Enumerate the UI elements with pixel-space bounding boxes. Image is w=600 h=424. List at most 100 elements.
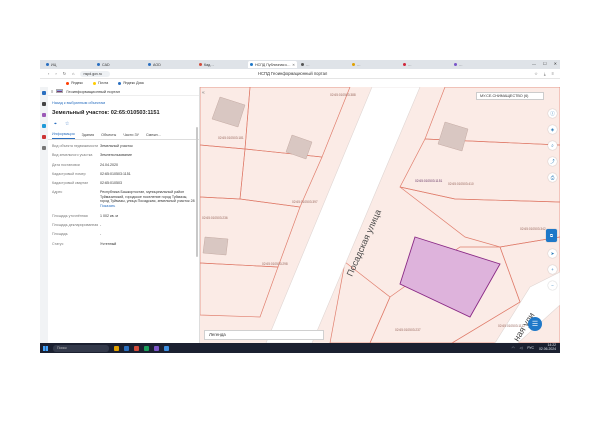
- selected-parcel[interactable]: [399, 236, 501, 318]
- clock[interactable]: 14:22 02.06.2024: [539, 343, 556, 352]
- parcel-outline[interactable]: [200, 144, 246, 200]
- close-window-icon[interactable]: ✕: [554, 61, 557, 66]
- menu-icon[interactable]: ≡: [552, 71, 554, 76]
- tab-favicon-icon: [250, 63, 253, 66]
- parcel-outline[interactable]: [200, 262, 279, 318]
- tab-favicon-icon: [403, 63, 406, 66]
- browser-tab[interactable]: …: [299, 61, 348, 68]
- collapse-panel-icon[interactable]: «: [202, 90, 205, 96]
- parcel-outline[interactable]: [239, 148, 323, 208]
- bookmark-icon: [118, 81, 122, 85]
- property-value: 02:65:010503:1151: [100, 171, 131, 176]
- chat-assistant-icon[interactable]: ☰: [528, 317, 542, 331]
- panel-scrollbar[interactable]: [196, 127, 198, 257]
- browser-tab-active[interactable]: НСПД Публичная к… ✕: [248, 61, 297, 68]
- parcel-label: 02:65:010503:410: [448, 182, 474, 186]
- property-row: Статус Учтенный: [52, 242, 195, 246]
- forward-icon[interactable]: ›: [55, 71, 56, 76]
- tab-adjacent[interactable]: Смежн…: [146, 133, 161, 139]
- bookmark-star-icon[interactable]: ☆: [534, 71, 538, 76]
- taskbar-search-input[interactable]: Поиск: [53, 344, 109, 352]
- window-controls: — ☐ ✕: [532, 61, 557, 66]
- search-map-icon[interactable]: ⌕: [548, 141, 557, 150]
- locate-icon[interactable]: ⌖: [54, 121, 57, 127]
- rail-app-icon[interactable]: [42, 124, 46, 128]
- tab-buildings[interactable]: Здания: [82, 133, 95, 139]
- browser-tab[interactable]: …: [452, 61, 501, 68]
- parcel-label: 02:65:010503:388: [330, 93, 356, 97]
- info-icon[interactable]: ⓘ: [548, 109, 557, 118]
- panel-header: ≡ Геоинформационный портал: [48, 87, 199, 96]
- property-row: Кадастровый номер 02:65:010503:1151: [52, 172, 195, 176]
- tab-parcel-parts[interactable]: Части ЗУ: [123, 133, 139, 139]
- rail-app-icon[interactable]: [42, 135, 46, 139]
- browser-tab[interactable]: CAD: [95, 61, 144, 68]
- close-tab-icon[interactable]: ✕: [292, 63, 295, 67]
- layer-select[interactable]: МУ.СЕ.СНИМАЩЕСТВО (6): [476, 92, 544, 100]
- property-row: Площадь декларированная -: [52, 223, 195, 227]
- url-input[interactable]: nspd.gov.ru: [80, 70, 111, 77]
- tab-info[interactable]: Информация: [52, 132, 75, 139]
- property-label: Вид земельного участка: [52, 153, 93, 158]
- map-tools-icon[interactable]: ⧉: [546, 229, 557, 242]
- minimize-icon[interactable]: —: [532, 61, 536, 66]
- show-more-link[interactable]: Показать: [100, 204, 195, 208]
- map-canvas[interactable]: 02:65:010503:1151 02:65:010503:181 02:65…: [200, 87, 560, 343]
- parcel-outline[interactable]: [200, 196, 301, 268]
- rail-app-icon[interactable]: [42, 102, 46, 106]
- bookmark-icon: [93, 81, 97, 85]
- map-legend-bar[interactable]: Легенда: [204, 330, 324, 340]
- navigation-icon[interactable]: ➤: [548, 249, 557, 258]
- property-label: Кадастровый номер: [52, 171, 86, 176]
- rail-app-icon[interactable]: [42, 91, 46, 95]
- taskbar-app-icon[interactable]: [124, 345, 129, 351]
- tab-favicon-icon: [454, 63, 457, 66]
- address-bar: ‹ › ↻ ⌂ nspd.gov.ru НСПД Геоинформационн…: [40, 69, 560, 79]
- zoom-out-icon[interactable]: −: [548, 281, 557, 290]
- cadastral-map[interactable]: 02:65:010503:1151 02:65:010503:181 02:65…: [200, 87, 560, 343]
- browser-tab[interactable]: AOD: [146, 61, 195, 68]
- back-to-selection-link[interactable]: Назад к выбранным объектам: [48, 98, 199, 108]
- favorite-star-icon[interactable]: ☆: [65, 121, 69, 127]
- browser-tab[interactable]: ИЦ: [44, 61, 93, 68]
- property-label: Кадастровый квартал: [52, 181, 89, 186]
- rail-app-icon[interactable]: [42, 113, 46, 117]
- bookmark-item[interactable]: Яндекс Диск: [118, 81, 144, 85]
- layers-icon[interactable]: ◈: [548, 125, 557, 134]
- language-indicator[interactable]: РУС: [527, 346, 534, 350]
- bookmark-item[interactable]: Почта: [93, 81, 108, 85]
- parcel-label: 02:65:010503:237: [395, 328, 421, 332]
- print-icon[interactable]: ⎙: [548, 173, 557, 182]
- property-row: Адрес Республика Башкортостан, муниципаль…: [52, 190, 195, 203]
- home-icon[interactable]: ⌂: [72, 71, 74, 76]
- object-info-panel: ≡ Геоинформационный портал Назад к выбра…: [48, 87, 200, 343]
- tab-favicon-icon: [301, 63, 304, 66]
- share-icon[interactable]: ⤴: [548, 157, 557, 166]
- back-icon[interactable]: ‹: [48, 71, 49, 76]
- browser-tab[interactable]: …: [350, 61, 399, 68]
- reload-icon[interactable]: ↻: [63, 71, 66, 76]
- road-posadskaya: [265, 87, 421, 343]
- property-row: Вид земельного участка Землепользование: [52, 153, 195, 157]
- taskbar-app-icon[interactable]: [154, 345, 159, 351]
- zoom-in-icon[interactable]: +: [548, 265, 557, 274]
- hamburger-icon[interactable]: ≡: [51, 89, 53, 94]
- maximize-icon[interactable]: ☐: [543, 61, 547, 66]
- browser-tab-strip: ИЦ CAD AOD Кад… НСПД Публичная к… ✕ … … ……: [40, 60, 560, 69]
- downloads-icon[interactable]: ⤓: [544, 71, 546, 76]
- browser-tab[interactable]: Кад…: [197, 61, 246, 68]
- tab-objects[interactable]: Объекты: [101, 133, 116, 139]
- browser-tab[interactable]: …: [401, 61, 450, 68]
- parcel-outline[interactable]: [399, 186, 560, 248]
- parcel-label: 02:65:010503:298: [262, 262, 288, 266]
- wifi-icon[interactable]: ◠: [512, 346, 515, 350]
- bookmark-item[interactable]: Яндекс: [66, 81, 83, 85]
- volume-icon[interactable]: ◁: [520, 346, 523, 350]
- taskbar-app-icon[interactable]: [164, 345, 169, 351]
- taskbar-app-icon[interactable]: [114, 345, 119, 351]
- taskbar-app-icon[interactable]: [144, 345, 149, 351]
- screen: ИЦ CAD AOD Кад… НСПД Публичная к… ✕ … … ……: [40, 60, 560, 353]
- taskbar-app-icon[interactable]: [134, 345, 139, 351]
- windows-start-icon[interactable]: [43, 345, 48, 351]
- rail-app-icon[interactable]: [42, 146, 46, 150]
